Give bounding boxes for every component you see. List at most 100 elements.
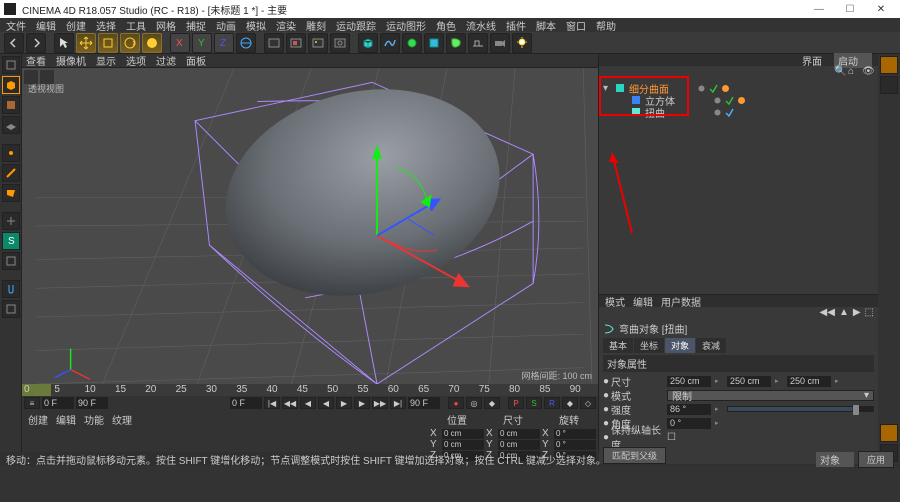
phong-tag[interactable] <box>721 84 730 93</box>
render-view-button[interactable] <box>264 33 284 53</box>
size-X[interactable] <box>498 429 540 439</box>
camera-button[interactable] <box>490 33 510 53</box>
play-button[interactable]: ▶ <box>336 397 352 409</box>
prev-frame-button[interactable]: ◀ <box>300 397 316 409</box>
menu-窗口[interactable]: 窗口 <box>566 18 586 33</box>
apply-button[interactable]: 应用 <box>858 451 894 468</box>
edge-mode-icon[interactable] <box>2 164 20 182</box>
object-mode-icon[interactable] <box>2 76 20 94</box>
material-tab[interactable]: 功能 <box>84 412 104 427</box>
attribute-tab-icon[interactable] <box>880 424 898 442</box>
menu-捕捉[interactable]: 捕捉 <box>186 18 206 33</box>
menu-运动跟踪[interactable]: 运动跟踪 <box>336 18 376 33</box>
activate-tag[interactable] <box>709 84 718 93</box>
menu-创建[interactable]: 创建 <box>66 18 86 33</box>
phong-tag[interactable] <box>737 96 746 105</box>
recent-tool[interactable] <box>142 33 162 53</box>
viewport[interactable]: 透视视图 <box>22 68 598 384</box>
polygon-mode-icon[interactable] <box>2 184 20 202</box>
om-search-icon[interactable]: 🔍 <box>834 66 846 78</box>
strength-input[interactable] <box>667 404 711 415</box>
keyframe-sel-button[interactable]: ◆ <box>484 397 500 409</box>
modeling-axis-icon[interactable]: S <box>2 232 20 250</box>
key-param-button[interactable]: ◆ <box>562 397 578 409</box>
material-tab[interactable]: 纹理 <box>112 412 132 427</box>
size-Y[interactable] <box>498 440 540 450</box>
content-browser-tab-icon[interactable] <box>880 76 898 94</box>
menu-插件[interactable]: 插件 <box>506 18 526 33</box>
locked-workplane-icon[interactable] <box>2 300 20 318</box>
range-start-input[interactable] <box>42 397 74 409</box>
attr-tab[interactable]: 对象 <box>665 338 695 353</box>
menu-模拟[interactable]: 模拟 <box>246 18 266 33</box>
render-settings-button[interactable] <box>330 33 350 53</box>
fit-to-parent-button[interactable]: 匹配到父级 <box>603 447 666 464</box>
attr-tab[interactable]: 衰减 <box>696 338 726 353</box>
maximize-button[interactable]: ☐ <box>835 1 865 17</box>
menu-动画[interactable]: 动画 <box>216 18 236 33</box>
object-manager[interactable]: ▾细分曲面立方体扭曲 <box>599 78 878 294</box>
redo-button[interactable] <box>26 33 46 53</box>
menu-网格[interactable]: 网格 <box>156 18 176 33</box>
snap-icon[interactable] <box>2 280 20 298</box>
material-tab[interactable]: 编辑 <box>56 412 76 427</box>
menu-帮助[interactable]: 帮助 <box>596 18 616 33</box>
generator-button[interactable] <box>424 33 444 53</box>
scale-tool[interactable] <box>98 33 118 53</box>
vpmenu-查看[interactable]: 查看 <box>26 53 46 68</box>
next-key-button[interactable]: ▶▶ <box>372 397 388 409</box>
object-item[interactable]: 立方体 <box>603 94 874 106</box>
environment-button[interactable] <box>468 33 488 53</box>
deformer-button[interactable] <box>446 33 466 53</box>
object-item[interactable]: ▾细分曲面 <box>603 82 874 94</box>
prev-key-button[interactable]: ◀◀ <box>282 397 298 409</box>
rot-Y[interactable] <box>554 440 596 450</box>
select-tool[interactable] <box>54 33 74 53</box>
attr-lock-icon[interactable]: ⬚ <box>865 307 874 319</box>
visibility-tag[interactable] <box>713 108 722 117</box>
axis-x-button[interactable]: X <box>170 33 190 53</box>
close-button[interactable]: ✕ <box>866 1 896 17</box>
texture-mode-icon[interactable] <box>2 96 20 114</box>
key-pos-button[interactable]: P <box>508 397 524 409</box>
vpmenu-过滤[interactable]: 过滤 <box>156 53 176 68</box>
menu-编辑[interactable]: 编辑 <box>36 18 56 33</box>
attr-prev-icon[interactable]: ◀◀ <box>820 307 835 319</box>
activate-tag[interactable] <box>725 96 734 105</box>
om-eye-icon[interactable]: 👁 <box>862 66 874 78</box>
visibility-tag[interactable] <box>713 96 722 105</box>
autokey-button[interactable]: ◎ <box>466 397 482 409</box>
menu-雕刻[interactable]: 雕刻 <box>306 18 326 33</box>
attr-next-icon[interactable]: ▶ <box>853 307 861 319</box>
spline-button[interactable] <box>380 33 400 53</box>
om-home-icon[interactable]: ⌂ <box>848 66 860 78</box>
key-rot-button[interactable]: R <box>544 397 560 409</box>
axis-z-button[interactable]: Z <box>214 33 234 53</box>
sel-mode-dropdown[interactable]: 对象 <box>816 452 854 467</box>
menu-脚本[interactable]: 脚本 <box>536 18 556 33</box>
end-frame-input[interactable] <box>408 397 440 409</box>
rotate-tool[interactable] <box>120 33 140 53</box>
visibility-tag[interactable] <box>697 84 706 93</box>
rot-X[interactable] <box>554 429 596 439</box>
menu-角色[interactable]: 角色 <box>436 18 456 33</box>
picture-viewer-button[interactable] <box>308 33 328 53</box>
workplane-mode-icon[interactable] <box>2 116 20 134</box>
enable-axis-icon[interactable] <box>2 212 20 230</box>
key-scale-button[interactable]: S <box>526 397 542 409</box>
nurbs-button[interactable] <box>402 33 422 53</box>
attr-tab[interactable]: 基本 <box>603 338 633 353</box>
size-z-input[interactable] <box>787 376 831 387</box>
attr-up-icon[interactable]: ▲ <box>839 307 849 319</box>
pos-X[interactable] <box>442 429 484 439</box>
menu-渲染[interactable]: 渲染 <box>276 18 296 33</box>
angle-input[interactable] <box>667 418 711 429</box>
goto-end-button[interactable]: ▶| <box>390 397 406 409</box>
object-manager-tab-icon[interactable] <box>880 56 898 74</box>
menu-工具[interactable]: 工具 <box>126 18 146 33</box>
viewport-solo-icon[interactable] <box>2 252 20 270</box>
vpmenu-选项[interactable]: 选项 <box>126 53 146 68</box>
move-tool[interactable] <box>76 33 96 53</box>
keep-length-checkbox[interactable]: ☐ <box>667 432 676 443</box>
mode-dropdown[interactable]: 限制▾ <box>667 390 874 401</box>
